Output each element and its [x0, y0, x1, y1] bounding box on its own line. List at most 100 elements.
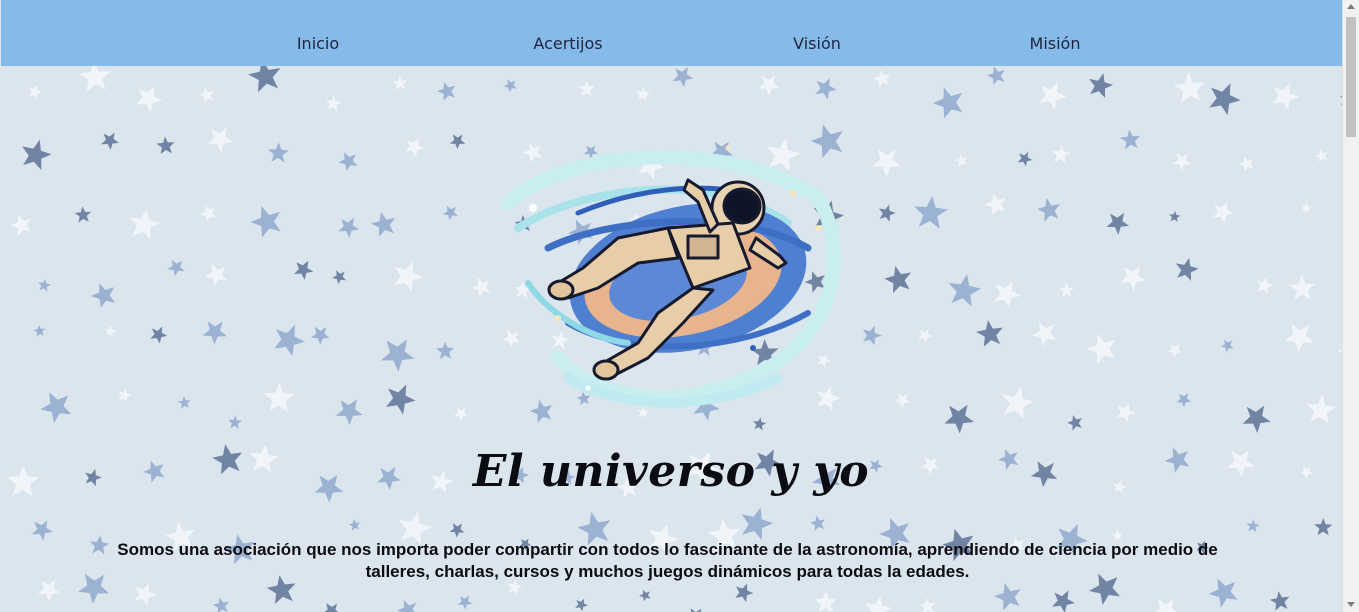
star-icon — [1265, 78, 1302, 116]
star-icon — [1111, 398, 1138, 426]
star-icon — [323, 93, 345, 115]
scroll-up-arrow-icon[interactable] — [1347, 4, 1355, 9]
star-icon — [1102, 206, 1134, 238]
star-icon — [310, 326, 330, 345]
star-icon — [1038, 80, 1068, 112]
star-icon — [452, 404, 471, 423]
star-icon — [1266, 589, 1293, 612]
star-icon — [389, 260, 426, 296]
astronaut-galaxy-icon — [501, 145, 841, 408]
star-icon — [1280, 319, 1316, 355]
star-icon — [635, 86, 652, 103]
star-icon — [434, 77, 461, 104]
scroll-thumb[interactable] — [1346, 17, 1356, 137]
nav-item-acertijos[interactable]: Acertijos — [533, 34, 602, 53]
star-icon — [947, 272, 984, 310]
star-icon — [13, 133, 55, 175]
star-icon — [1256, 276, 1274, 295]
star-icon — [973, 315, 1009, 352]
star-icon — [907, 191, 951, 235]
star-icon — [883, 265, 912, 295]
star-icon — [1207, 198, 1236, 227]
star-icon — [290, 256, 317, 282]
star-icon — [939, 399, 977, 438]
star-icon — [982, 188, 1012, 219]
star-icon — [148, 325, 169, 345]
star-icon — [330, 267, 350, 287]
star-icon — [26, 514, 56, 544]
star-icon — [266, 319, 309, 363]
star-icon — [1056, 281, 1075, 300]
star-icon — [7, 212, 36, 240]
nav-item-mision[interactable]: Misión — [1030, 34, 1081, 53]
star-icon — [1066, 414, 1083, 431]
star-icon — [1048, 585, 1079, 612]
star-icon — [199, 317, 229, 348]
star-icon — [246, 200, 287, 240]
star-icon — [1237, 400, 1273, 437]
star-icon — [878, 204, 897, 223]
nav-item-vision[interactable]: Visión — [793, 34, 841, 53]
star-icon — [858, 591, 895, 612]
star-icon — [1237, 153, 1258, 175]
star-icon — [211, 596, 230, 612]
star-icon — [953, 152, 971, 170]
page-viewport: Inicio Acertijos Visión Misión El univer… — [0, 0, 1342, 612]
star-icon — [448, 131, 468, 152]
star-icon — [1118, 126, 1145, 153]
page-title: El universo y yo — [472, 446, 870, 497]
star-icon — [133, 582, 158, 607]
star-icon — [32, 573, 64, 605]
vertical-scrollbar[interactable] — [1342, 0, 1359, 612]
star-icon — [1285, 272, 1321, 308]
star-icon — [391, 74, 409, 91]
star-icon — [1167, 69, 1211, 111]
star-icon — [1029, 317, 1063, 351]
intro-paragraph: Somos una asociación que nos importa pod… — [117, 540, 1218, 581]
star-icon — [131, 80, 167, 115]
star-icon — [574, 78, 598, 102]
star-icon — [683, 603, 709, 612]
star-icon — [227, 414, 244, 431]
star-icon — [318, 598, 344, 612]
star-icon — [334, 212, 363, 241]
star-icon — [862, 325, 882, 346]
scroll-down-arrow-icon[interactable] — [1347, 602, 1355, 607]
star-icon — [368, 209, 399, 238]
star-icon — [72, 565, 115, 608]
star-icon — [1084, 71, 1117, 103]
star-icon — [1115, 259, 1151, 294]
star-icon — [1166, 209, 1183, 226]
star-icon — [1313, 516, 1335, 539]
star-icon — [176, 395, 192, 411]
star-icon — [1014, 149, 1034, 169]
star-icon — [872, 149, 902, 177]
star-icon — [378, 379, 419, 420]
star-icon — [815, 77, 838, 101]
star-icon — [757, 75, 780, 97]
nav-item-inicio[interactable]: Inicio — [297, 34, 339, 53]
star-icon — [732, 580, 756, 604]
star-icon — [154, 134, 176, 157]
star-icon — [1168, 148, 1195, 173]
star-icon — [454, 591, 475, 612]
star-icon — [100, 132, 120, 151]
star-icon — [1164, 339, 1185, 360]
star-icon — [34, 277, 53, 295]
star-icon — [198, 204, 217, 223]
star-icon — [1033, 196, 1065, 227]
star-icon — [37, 389, 73, 425]
star-icon — [501, 76, 520, 94]
star-icon — [812, 588, 841, 612]
star-icon — [165, 255, 189, 279]
star-icon — [1175, 390, 1194, 409]
star-icon — [1301, 391, 1342, 432]
star-icon — [894, 392, 911, 409]
star-icon — [114, 386, 134, 406]
star-icon — [741, 506, 774, 541]
star-icon — [32, 323, 48, 339]
star-icon — [574, 597, 589, 612]
star-icon — [331, 391, 369, 429]
star-icon — [1313, 146, 1332, 165]
star-icon — [1218, 336, 1237, 354]
